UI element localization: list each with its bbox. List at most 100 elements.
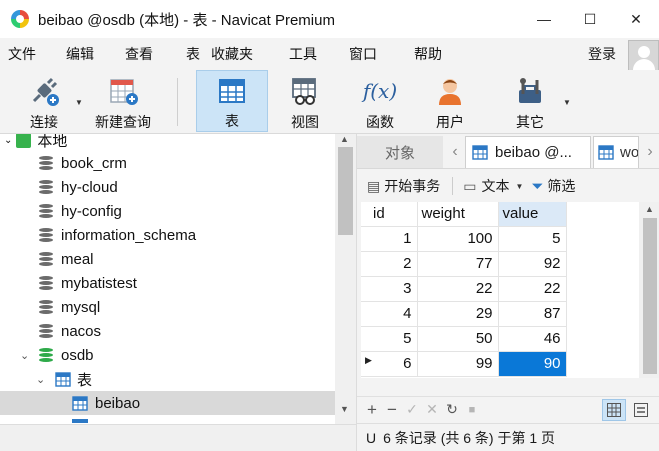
status-bar: U 6 条记录 (共 6 条) 于第 1 页 <box>357 423 659 451</box>
user-button[interactable]: 用户 <box>425 70 475 132</box>
add-record-button[interactable]: + <box>362 400 382 420</box>
tree-db-hy-config[interactable]: hy-config <box>0 199 335 223</box>
begin-transaction-button[interactable]: 开始事务 <box>384 176 440 196</box>
menu-tools[interactable]: 工具 <box>289 44 317 64</box>
other-dropdown-icon[interactable]: ▼ <box>563 98 571 107</box>
tree-db-nacos[interactable]: nacos <box>0 319 335 343</box>
minimize-button[interactable]: — <box>521 0 567 38</box>
cell-value[interactable]: 46 <box>498 326 567 352</box>
table-icon <box>218 75 246 107</box>
tree-node-local[interactable]: ⌄ 本地 <box>0 134 335 152</box>
text-button[interactable]: 文本 <box>481 176 509 196</box>
form-view-button[interactable] <box>629 399 653 421</box>
table-row[interactable]: 4 29 87 <box>361 301 567 327</box>
table-row-current[interactable]: 6 99 90 <box>361 351 567 377</box>
cell-id[interactable]: 5 <box>361 326 418 352</box>
table-row[interactable]: 3 22 22 <box>361 276 567 302</box>
cell-weight[interactable]: 99 <box>417 351 499 377</box>
menu-edit[interactable]: 编辑 <box>66 44 94 64</box>
window-title: beibao @osdb (本地) - 表 - Navicat Premium <box>38 11 335 29</box>
table-row[interactable]: 5 50 46 <box>361 326 567 352</box>
tree-db-information-schema[interactable]: information_schema <box>0 223 335 247</box>
database-icon <box>39 251 53 267</box>
cell-value[interactable]: 87 <box>498 301 567 327</box>
user-avatar[interactable] <box>628 40 659 71</box>
close-button[interactable]: ✕ <box>613 0 659 38</box>
table-icon <box>72 395 88 411</box>
tab-objects[interactable]: 对象 <box>357 136 443 168</box>
plug-icon <box>28 74 60 108</box>
stop-button[interactable]: ■ <box>462 404 482 416</box>
apply-changes-button[interactable]: ✓ <box>402 401 422 418</box>
collapse-icon[interactable]: ⌄ <box>4 135 12 146</box>
tree-scroll-thumb[interactable] <box>338 147 353 235</box>
tree-db-meal[interactable]: meal <box>0 247 335 271</box>
connect-dropdown-icon[interactable]: ▼ <box>75 98 83 107</box>
cell-weight[interactable]: 50 <box>417 326 499 352</box>
menu-table[interactable]: 表 <box>186 44 200 64</box>
database-icon <box>39 299 53 315</box>
column-header-weight[interactable]: weight <box>417 202 499 227</box>
column-header-id[interactable]: id <box>361 202 418 227</box>
menu-window[interactable]: 窗口 <box>349 44 377 64</box>
table-header-row: id weight value <box>361 202 567 227</box>
table-row[interactable]: 1 100 5 <box>361 226 567 252</box>
function-button[interactable]: f(x) 函数 <box>355 70 405 132</box>
tree-table-beibao[interactable]: beibao <box>0 391 335 415</box>
scroll-down-icon[interactable]: ▼ <box>340 404 349 414</box>
view-button[interactable]: 视图 <box>280 70 330 132</box>
cell-id[interactable]: 3 <box>361 276 418 302</box>
table-row[interactable]: 2 77 92 <box>361 251 567 277</box>
menu-favorites[interactable]: 收藏夹 <box>211 44 253 64</box>
cell-value[interactable]: 5 <box>498 226 567 252</box>
tab-scroll-right-icon[interactable]: › <box>640 136 659 168</box>
menu-help[interactable]: 帮助 <box>414 44 442 64</box>
menu-file[interactable]: 文件 <box>8 44 36 64</box>
filter-icon: ⏷ <box>531 177 544 195</box>
tab-wo[interactable]: wo <box>593 136 639 168</box>
tree-db-mybatistest[interactable]: mybatistest <box>0 271 335 295</box>
cell-value[interactable]: 22 <box>498 276 567 302</box>
tree-db-book-crm[interactable]: book_crm <box>0 151 335 175</box>
expand-chevron-icon[interactable]: ⌄ <box>20 349 39 362</box>
login-link[interactable]: 登录 <box>588 44 616 64</box>
transaction-icon: ▤ <box>367 177 381 194</box>
tab-scroll-left-icon[interactable]: ‹ <box>445 136 465 168</box>
other-button[interactable]: 其它 <box>505 70 555 132</box>
column-header-value[interactable]: value <box>498 202 567 227</box>
view-icon <box>290 74 320 108</box>
cell-weight[interactable]: 100 <box>417 226 499 252</box>
cell-value-selected[interactable]: 90 <box>498 351 567 377</box>
cell-weight[interactable]: 29 <box>417 301 499 327</box>
filter-button[interactable]: 筛选 <box>547 176 575 196</box>
tree-db-osdb[interactable]: ⌄ osdb <box>0 343 335 367</box>
tree-node-tables[interactable]: ⌄ 表 <box>0 367 335 391</box>
toolbar-divider <box>177 78 178 126</box>
cell-id[interactable]: 1 <box>361 226 418 252</box>
text-dropdown-icon[interactable]: ▼ <box>515 182 523 191</box>
cell-id[interactable]: 2 <box>361 251 418 277</box>
table-button[interactable]: 表 <box>196 70 268 132</box>
connect-button[interactable]: 连接 <box>22 70 66 132</box>
scroll-up-icon[interactable]: ▲ <box>340 134 349 144</box>
discard-changes-button[interactable]: ✕ <box>422 401 442 418</box>
cell-value[interactable]: 92 <box>498 251 567 277</box>
scroll-up-icon[interactable]: ▲ <box>645 204 654 214</box>
refresh-button[interactable]: ↻ <box>442 401 462 418</box>
tree-db-mysql[interactable]: mysql <box>0 295 335 319</box>
maximize-button[interactable]: ☐ <box>567 0 613 38</box>
navicat-logo-icon <box>10 9 30 29</box>
new-query-button[interactable]: 新建查询 <box>88 70 158 132</box>
expand-chevron-icon[interactable]: ⌄ <box>36 373 55 386</box>
tree-db-hy-cloud[interactable]: hy-cloud <box>0 175 335 199</box>
grid-view-button[interactable] <box>602 399 626 421</box>
grid-scroll-thumb[interactable] <box>643 218 657 374</box>
delete-record-button[interactable]: − <box>382 400 402 420</box>
tree-horizontal-scrollbar[interactable] <box>0 424 356 451</box>
cell-weight[interactable]: 22 <box>417 276 499 302</box>
connection-icon <box>16 134 32 148</box>
tab-beibao[interactable]: beibao @... <box>465 136 591 168</box>
cell-weight[interactable]: 77 <box>417 251 499 277</box>
menu-view[interactable]: 查看 <box>125 44 153 64</box>
cell-id[interactable]: 4 <box>361 301 418 327</box>
